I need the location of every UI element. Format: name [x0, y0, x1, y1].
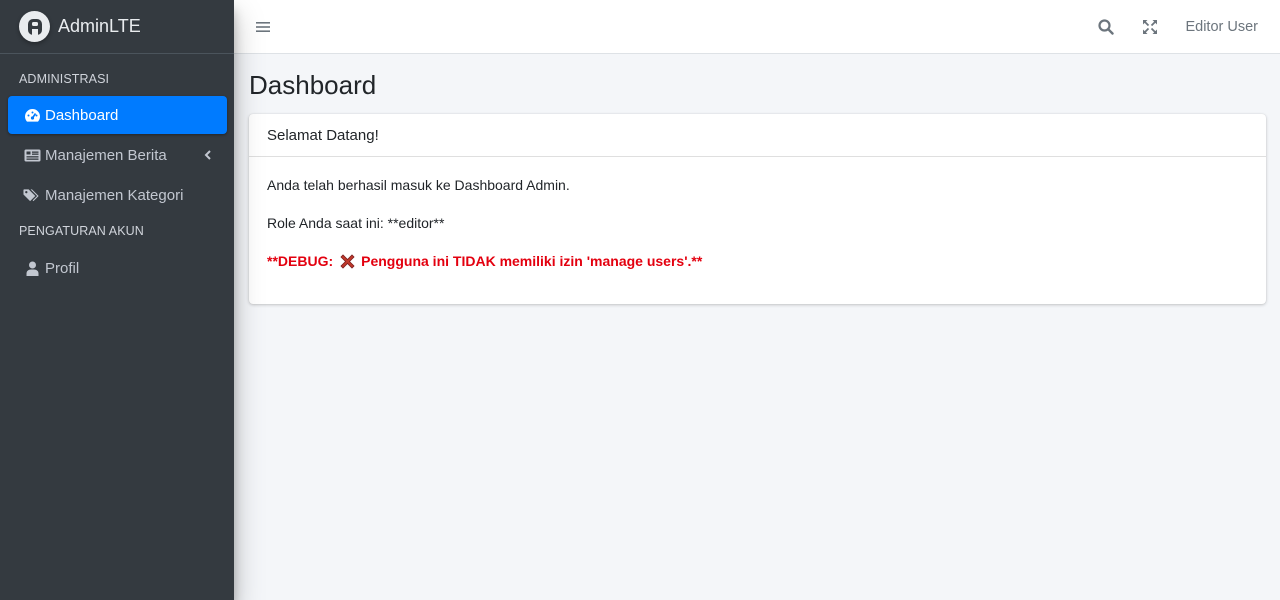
nav-header-administrasi: ADMINISTRASI	[19, 72, 110, 86]
tachometer-icon	[23, 107, 41, 123]
page-title: Dashboard	[249, 70, 377, 100]
newspaper-icon	[23, 147, 41, 163]
sidebar-item-label: Profil	[45, 259, 80, 277]
card-body: Anda telah berhasil masuk ke Dashboard A…	[249, 157, 1266, 304]
role-text: Role Anda saat ini: **editor**	[267, 215, 445, 231]
chevron-left-icon	[201, 148, 215, 162]
debug-text: Pengguna ini TIDAK memiliki izin 'manage…	[361, 253, 703, 269]
user-menu[interactable]: Editor User	[1185, 19, 1258, 35]
sidebar-item-label: Manajemen Kategori	[45, 186, 184, 204]
brand-link[interactable]: AdminLTE	[0, 0, 234, 54]
sidebar-item-dashboard[interactable]: Dashboard	[8, 96, 227, 134]
sidebar-item-manajemen-kategori[interactable]: Manajemen Kategori	[8, 176, 227, 214]
card-title: Selamat Datang!	[249, 114, 1266, 157]
debug-message: **DEBUG: Pengguna ini TIDAK memiliki izi…	[267, 252, 1248, 271]
debug-prefix: **DEBUG:	[267, 253, 334, 269]
user-icon	[23, 260, 41, 276]
login-success-text: Anda telah berhasil masuk ke Dashboard A…	[267, 177, 570, 193]
sidebar-item-label: Manajemen Berita	[45, 146, 167, 164]
tags-icon	[23, 187, 41, 203]
sidebar-item-manajemen-berita[interactable]: Manajemen Berita	[8, 136, 227, 174]
sidebar-item-profil[interactable]: Profil	[8, 249, 227, 287]
nav-header-pengaturan-akun: PENGATURAN AKUN	[19, 224, 144, 238]
welcome-card: Selamat Datang! Anda telah berhasil masu…	[249, 114, 1266, 304]
adminlte-logo-icon	[19, 11, 50, 42]
top-navbar: Editor User	[234, 0, 1280, 54]
sidebar: AdminLTE ADMINISTRASI Dashboard Manajeme…	[0, 0, 234, 600]
brand-text: AdminLTE	[58, 16, 141, 36]
search-icon[interactable]	[1097, 18, 1115, 36]
hamburger-icon[interactable]	[255, 19, 271, 35]
cross-mark-icon	[338, 253, 356, 271]
expand-icon[interactable]	[1141, 18, 1159, 36]
sidebar-item-label: Dashboard	[45, 106, 119, 124]
content-wrapper: Dashboard Selamat Datang! Anda telah ber…	[234, 54, 1280, 600]
